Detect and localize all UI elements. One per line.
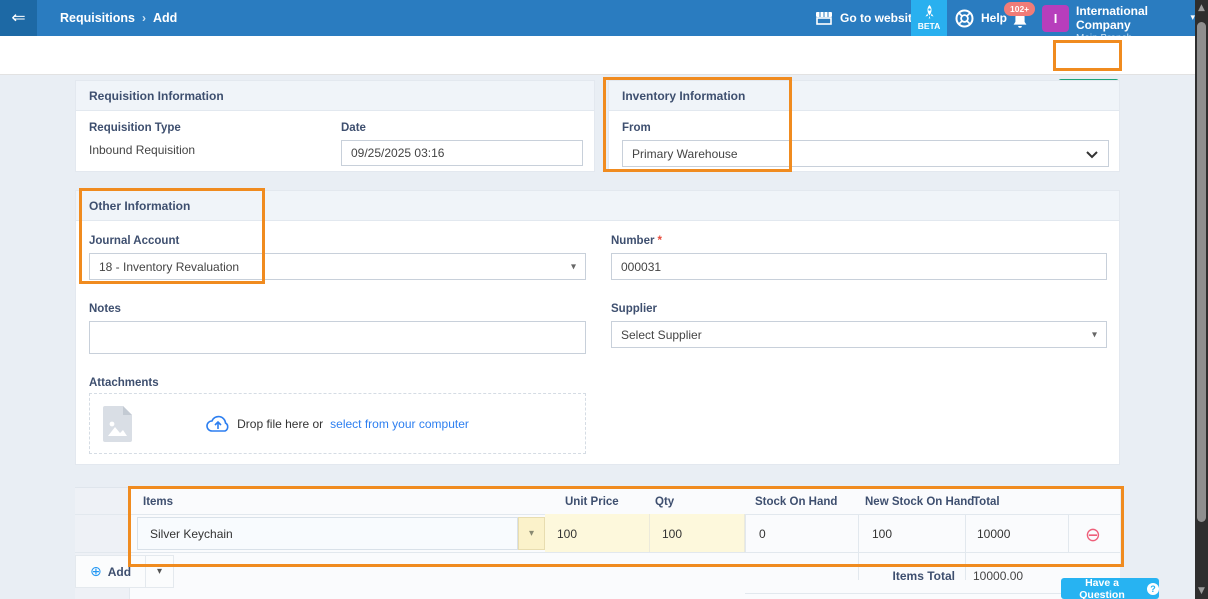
breadcrumb-separator-icon: › (135, 11, 153, 25)
item-select-value: Silver Keychain (150, 527, 233, 541)
from-select-value: Primary Warehouse (632, 147, 738, 161)
other-information-header: Other Information (76, 191, 1119, 221)
stock-on-hand-value: 0 (759, 527, 766, 541)
items-table: Items Unit Price Qty Stock On Hand New S… (75, 487, 1120, 599)
rocket-icon (923, 5, 936, 20)
caret-down-icon: ▾ (571, 261, 576, 272)
go-to-website-button[interactable]: Go to website (815, 0, 919, 36)
date-input[interactable] (341, 140, 583, 166)
caret-down-icon: ▾ (529, 528, 534, 539)
plus-circle-icon: ⊕ (90, 564, 102, 580)
other-information-card: Other Information Journal Account 18 - I… (75, 190, 1120, 465)
requisition-information-header: Requisition Information (76, 81, 594, 111)
delete-row-button[interactable]: ⊖ (1082, 524, 1104, 546)
company-name: International Company (1076, 4, 1185, 32)
help-label: Help (981, 11, 1007, 25)
notification-count-badge: 102+ (1004, 2, 1035, 16)
beta-label: BETA (918, 21, 941, 31)
notes-label: Notes (89, 303, 121, 315)
supplier-select[interactable]: Select Supplier ▾ (611, 321, 1107, 348)
supplier-select-value: Select Supplier (621, 328, 702, 342)
items-total-value: 10000.00 (973, 569, 1023, 583)
new-stock-on-hand-column-header: New Stock On Hand (865, 496, 974, 508)
breadcrumb-add: Add (153, 11, 177, 25)
scrollbar-thumb[interactable] (1197, 22, 1206, 522)
add-options-caret-button[interactable]: ▾ (145, 556, 173, 587)
journal-account-value: 18 - Inventory Revaluation (99, 260, 239, 274)
total-value: 10000 (977, 527, 1010, 541)
have-a-question-button[interactable]: Have a Question ? (1061, 578, 1159, 599)
total-column-header: Total (973, 496, 1000, 508)
inventory-information-header: Inventory Information (609, 81, 1119, 111)
add-item-row: ⊕ Add ▾ (75, 555, 174, 588)
beta-button[interactable]: BETA (911, 0, 947, 36)
scroll-down-arrow-icon[interactable]: ▼ (1195, 586, 1208, 596)
other-information-title: Other Information (89, 199, 190, 213)
storefront-icon (815, 10, 833, 26)
required-asterisk: * (657, 235, 661, 247)
unit-price-value[interactable]: 100 (557, 527, 577, 541)
dropzone-text: Drop file here or (237, 417, 323, 431)
stock-on-hand-column-header: Stock On Hand (755, 496, 837, 508)
collapse-menu-icon: ⇐ (11, 8, 25, 28)
breadcrumb-requisitions[interactable]: Requisitions (60, 11, 135, 25)
requisition-information-card: Requisition Information Requisition Type… (75, 80, 595, 172)
scrollbar[interactable]: ▲ ▼ (1195, 0, 1208, 599)
chevron-down-icon (1086, 151, 1098, 159)
inventory-information-title: Inventory Information (622, 89, 745, 103)
notes-textarea[interactable] (89, 321, 586, 354)
top-navigation-bar: ⇐ Requisitions › Add Go to website (0, 0, 1195, 36)
date-label: Date (341, 122, 366, 134)
journal-account-select[interactable]: 18 - Inventory Revaluation ▾ (89, 253, 586, 280)
scroll-up-arrow-icon[interactable]: ▲ (1195, 3, 1208, 13)
select-from-computer-link[interactable]: select from your computer (330, 417, 469, 431)
attachments-label: Attachments (89, 377, 159, 389)
supplier-label: Supplier (611, 303, 657, 315)
requisition-type-label: Requisition Type (89, 122, 181, 134)
cloud-upload-icon (206, 415, 230, 433)
requisition-type-value: Inbound Requisition (89, 143, 195, 157)
have-a-question-label: Have a Question (1061, 577, 1143, 599)
go-to-website-label: Go to website (840, 11, 919, 25)
inventory-information-card: Inventory Information From Primary Wareh… (608, 80, 1120, 172)
collapse-sidebar-button[interactable]: ⇐ (0, 0, 37, 36)
item-select[interactable]: Silver Keychain (137, 517, 518, 550)
add-item-button[interactable]: ⊕ Add (76, 556, 145, 587)
question-mark-icon: ? (1147, 583, 1159, 595)
number-label: Number* (611, 235, 662, 247)
help-button[interactable]: Help (955, 0, 1007, 36)
qty-column-header: Qty (655, 496, 674, 508)
attachments-dropzone[interactable]: Drop file here or select from your compu… (89, 393, 586, 454)
breadcrumb: Requisitions › Add (60, 0, 177, 36)
from-select[interactable]: Primary Warehouse (622, 140, 1109, 167)
new-stock-on-hand-value: 100 (872, 527, 892, 541)
lifebuoy-icon (955, 9, 974, 28)
minus-circle-icon: ⊖ (1085, 524, 1101, 546)
number-input[interactable] (611, 253, 1107, 280)
item-select-caret-button[interactable]: ▾ (518, 517, 545, 550)
qty-value[interactable]: 100 (662, 527, 682, 541)
screen: ⇐ Requisitions › Add Go to website (0, 0, 1208, 599)
action-bar: Confirm (0, 36, 1195, 75)
items-total-label: Items Total (745, 569, 955, 583)
journal-account-label: Journal Account (89, 235, 179, 247)
company-initial: I (1054, 11, 1058, 26)
company-avatar[interactable]: I (1042, 5, 1069, 32)
requisition-information-title: Requisition Information (89, 89, 224, 103)
add-button-label: Add (108, 565, 131, 579)
from-label: From (622, 122, 651, 134)
caret-down-icon: ▾ (157, 566, 162, 577)
unit-price-column-header: Unit Price (565, 496, 619, 508)
items-column-header: Items (143, 496, 173, 508)
caret-down-icon: ▾ (1092, 329, 1097, 340)
